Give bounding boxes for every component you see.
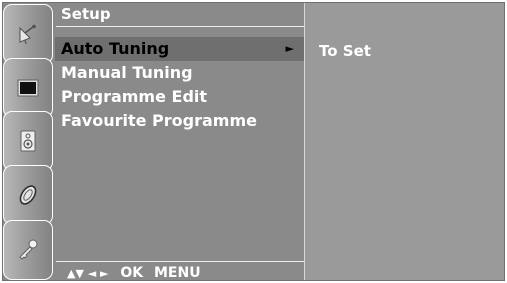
ok-hint: OK	[120, 265, 144, 281]
menu-item-programme-edit[interactable]: Programme Edit	[55, 85, 304, 109]
screen-icon	[17, 79, 39, 97]
navigation-arrows-icon: ▲▼ ◄ ►	[67, 267, 109, 280]
disc-icon	[16, 183, 40, 207]
menu-item-label: Auto Tuning	[61, 39, 170, 58]
submenu-option-to-set[interactable]: To Set	[319, 41, 371, 61]
title-divider	[56, 26, 304, 27]
satellite-dish-icon	[16, 22, 40, 46]
sidebar-item-time[interactable]	[3, 165, 53, 225]
sidebar-item-picture[interactable]	[3, 58, 53, 118]
menu-item-label: Manual Tuning	[61, 63, 193, 82]
speaker-icon	[20, 130, 36, 152]
submenu-panel: To Set	[304, 3, 504, 280]
sidebar-item-option[interactable]	[3, 220, 53, 280]
menu-item-auto-tuning[interactable]: Auto Tuning ►	[55, 37, 304, 61]
navigation-hint: ▲▼ ◄ ► OK MENU	[67, 265, 201, 282]
menu-item-manual-tuning[interactable]: Manual Tuning	[55, 61, 304, 85]
sidebar-item-setup[interactable]	[3, 4, 53, 64]
setup-menu: Setup Auto Tuning ► Manual Tuning Progra…	[53, 3, 304, 282]
key-icon	[16, 238, 40, 262]
menu-list: Auto Tuning ► Manual Tuning Programme Ed…	[55, 37, 304, 133]
submenu-arrow-icon: ►	[285, 42, 294, 55]
footer-divider	[56, 261, 304, 262]
sidebar-item-sound[interactable]	[3, 111, 53, 171]
menu-item-favourite-programme[interactable]: Favourite Programme	[55, 109, 304, 133]
osd-menu: Setup Auto Tuning ► Manual Tuning Progra…	[2, 2, 505, 281]
menu-hint: MENU	[154, 265, 201, 281]
menu-item-label: Favourite Programme	[61, 111, 257, 130]
category-sidebar	[3, 3, 53, 280]
menu-item-label: Programme Edit	[61, 87, 208, 106]
menu-title: Setup	[61, 5, 111, 23]
